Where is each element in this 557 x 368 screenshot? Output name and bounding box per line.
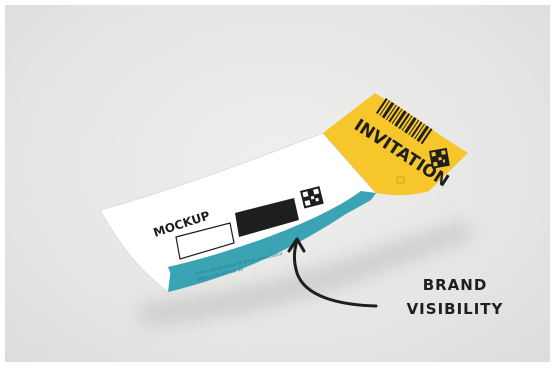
stub-qr-code	[429, 147, 450, 169]
photo-scene: INVITATION MOCKUP Lorem ipsum dolor sit …	[5, 5, 550, 362]
annotation-caption: BRAND VISIBILITY	[385, 273, 525, 321]
annotation-line1: BRAND	[422, 276, 488, 294]
annotation-line2: VISIBILITY	[406, 300, 504, 318]
